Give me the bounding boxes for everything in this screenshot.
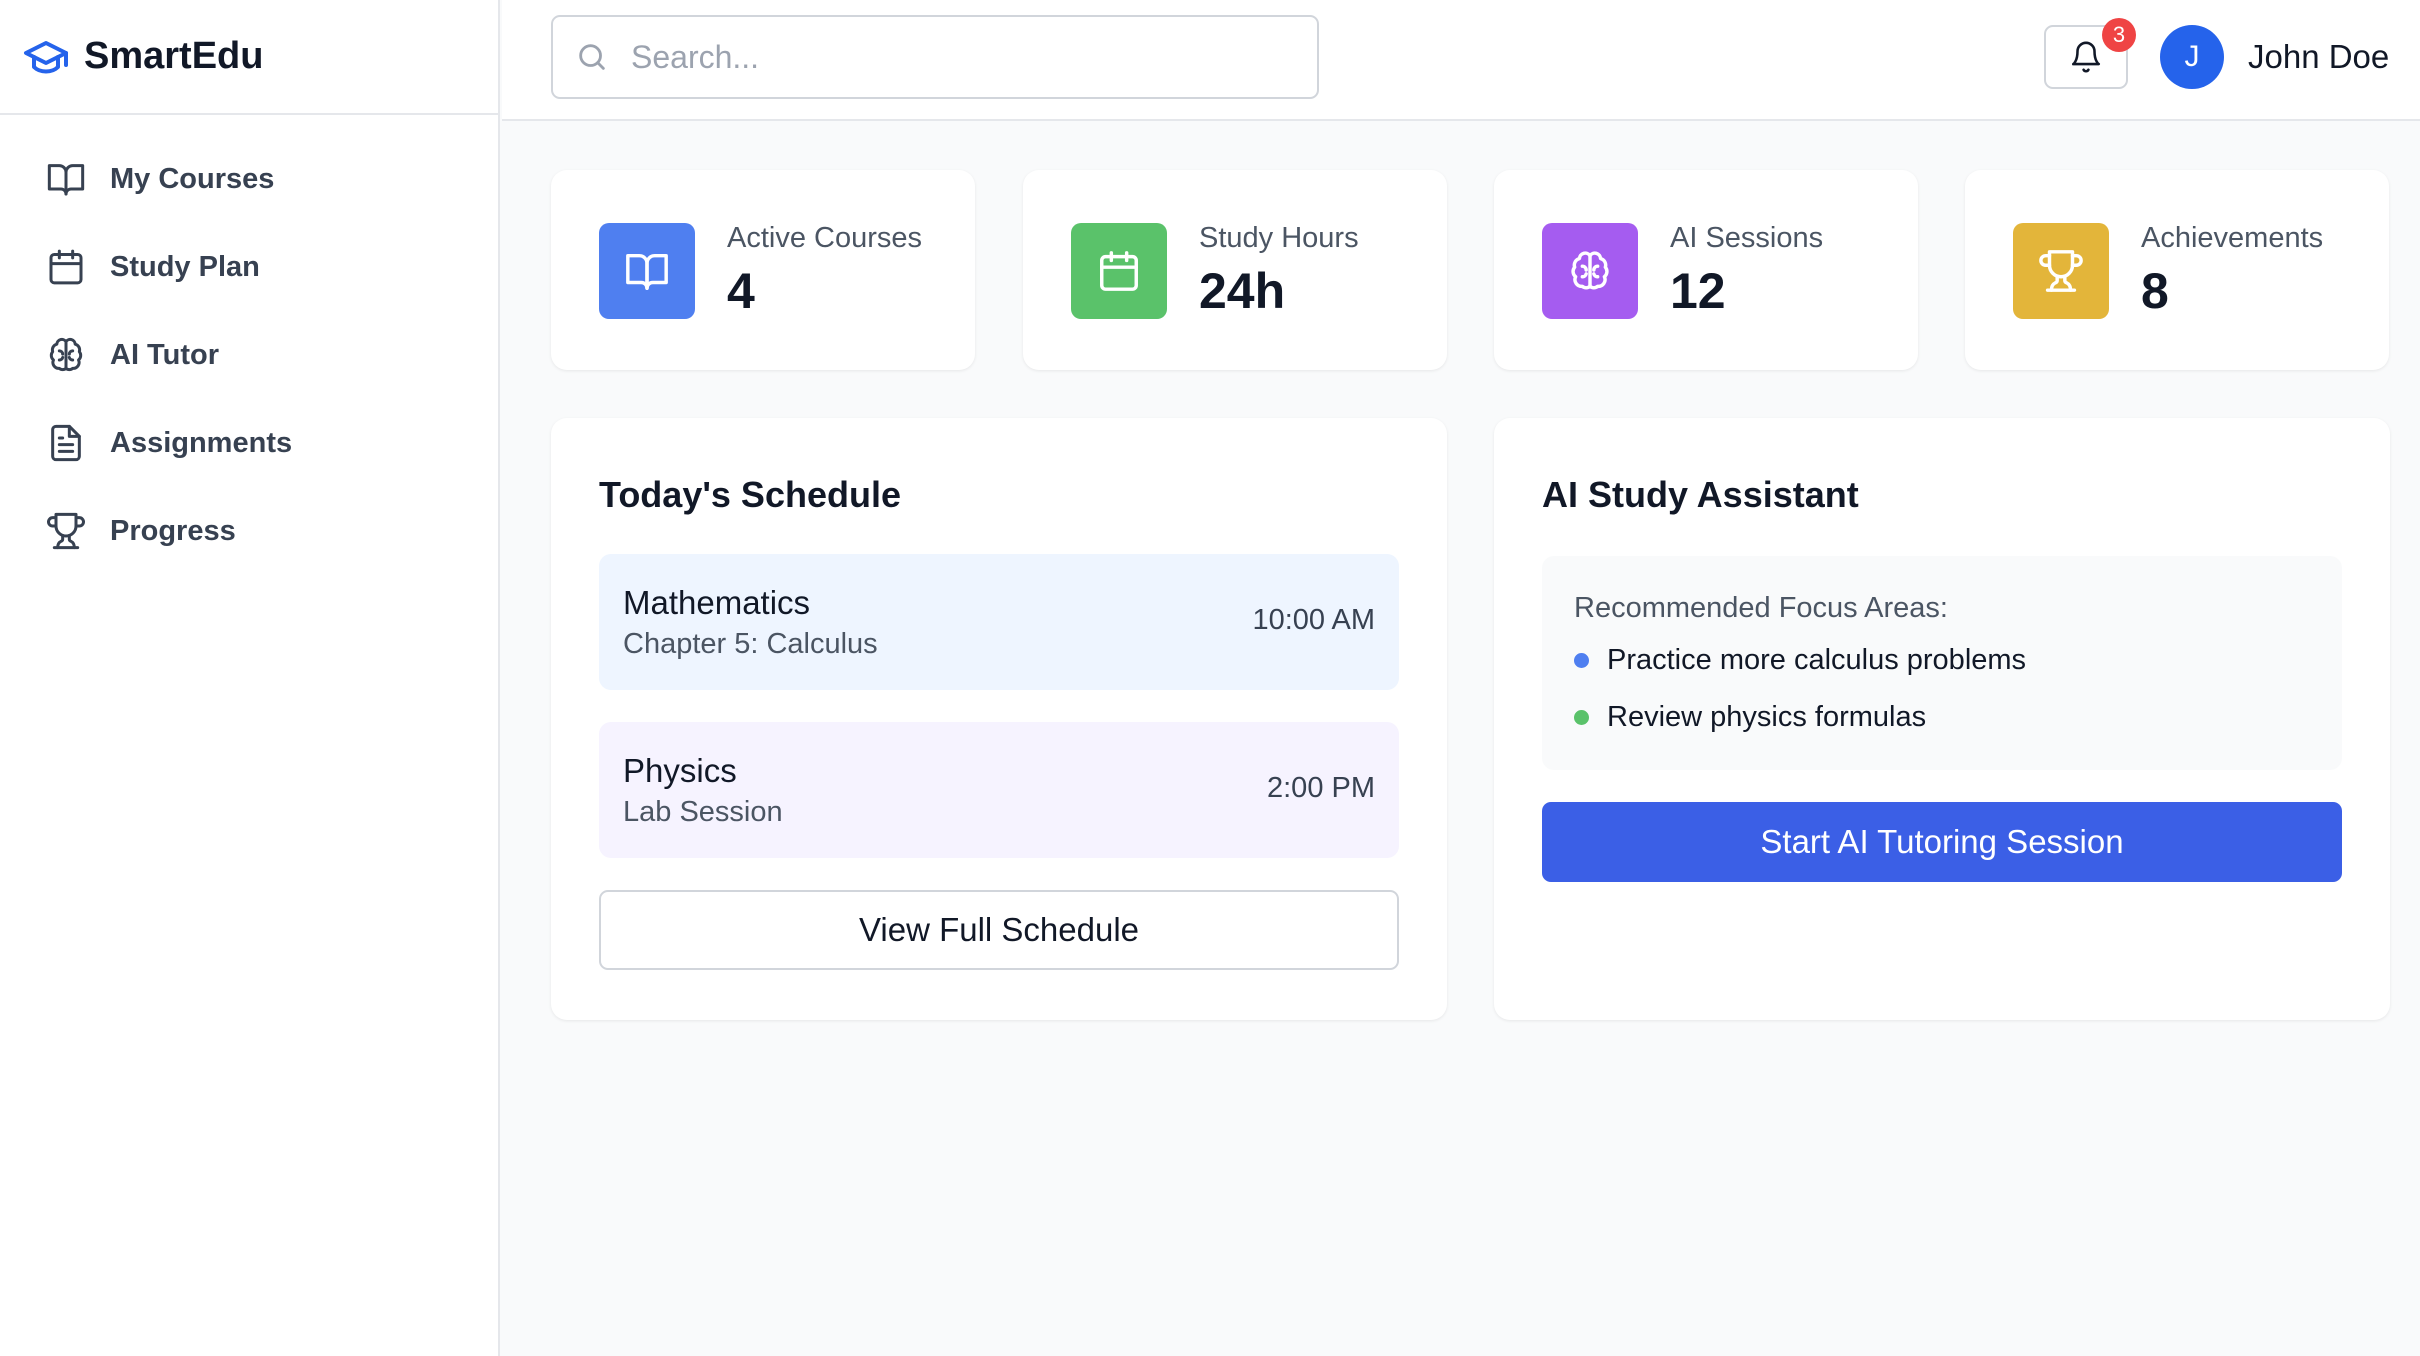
sidebar-item-label: AI Tutor: [110, 338, 219, 371]
trophy-icon: [2013, 223, 2109, 319]
start-ai-tutoring-button[interactable]: Start AI Tutoring Session: [1542, 802, 2342, 882]
stat-card-study-hours[interactable]: Study Hours 24h: [1023, 170, 1447, 370]
schedule-detail: Lab Session: [623, 796, 783, 828]
search-icon: [575, 40, 609, 74]
avatar[interactable]: J: [2160, 25, 2224, 89]
brand-name: SmartEdu: [84, 35, 264, 77]
brain-icon: [1542, 223, 1638, 319]
stat-value: 24h: [1199, 263, 1286, 319]
search-input[interactable]: [631, 38, 1311, 76]
user-name[interactable]: John Doe: [2248, 38, 2389, 76]
focus-item: Review physics formulas: [1574, 701, 1926, 734]
sidebar: SmartEdu My Courses Study Plan AI Tutor …: [0, 0, 500, 1356]
calendar-icon: [46, 247, 86, 287]
brand[interactable]: SmartEdu: [0, 0, 498, 115]
top-header: 3 J John Doe: [502, 0, 2420, 121]
brain-icon: [46, 335, 86, 375]
trophy-icon: [46, 511, 86, 551]
schedule-time: 10:00 AM: [1252, 604, 1375, 636]
schedule-subject: Physics: [623, 752, 737, 789]
sidebar-item-assignments[interactable]: Assignments: [0, 399, 498, 487]
notification-badge: 3: [2102, 18, 2136, 52]
assistant-title: AI Study Assistant: [1542, 474, 1859, 515]
stat-card-ai-sessions[interactable]: AI Sessions 12: [1494, 170, 1918, 370]
sidebar-item-label: Assignments: [110, 426, 293, 459]
schedule-subject: Mathematics: [623, 584, 811, 621]
view-full-schedule-button[interactable]: View Full Schedule: [599, 890, 1399, 970]
schedule-detail: Chapter 5: Calculus: [623, 628, 878, 660]
sidebar-item-ai-tutor[interactable]: AI Tutor: [0, 311, 498, 399]
focus-areas-box: Recommended Focus Areas: Practice more c…: [1542, 556, 2342, 770]
stat-label: Study Hours: [1199, 222, 1359, 254]
sidebar-item-label: Progress: [110, 514, 236, 547]
ai-assistant-panel: AI Study Assistant Recommended Focus Are…: [1494, 418, 2390, 1020]
schedule-time: 2:00 PM: [1267, 772, 1375, 804]
stat-label: AI Sessions: [1670, 222, 1824, 254]
sidebar-nav: My Courses Study Plan AI Tutor Assignmen…: [0, 115, 498, 575]
bullet-dot-icon: [1574, 653, 1589, 668]
search-box[interactable]: [551, 15, 1319, 99]
focus-item-text: Practice more calculus problems: [1607, 644, 2027, 676]
sidebar-item-my-courses[interactable]: My Courses: [0, 135, 498, 223]
focus-item-text: Review physics formulas: [1607, 701, 1927, 733]
stat-value: 4: [727, 263, 755, 319]
schedule-title: Today's Schedule: [599, 474, 901, 515]
stat-label: Achievements: [2141, 222, 2324, 254]
stat-value: 8: [2141, 263, 2169, 319]
stat-card-achievements[interactable]: Achievements 8: [1965, 170, 2389, 370]
sidebar-item-progress[interactable]: Progress: [0, 487, 498, 575]
sidebar-item-label: Study Plan: [110, 250, 260, 283]
schedule-item-physics[interactable]: Physics Lab Session 2:00 PM: [599, 722, 1399, 858]
bullet-dot-icon: [1574, 710, 1589, 725]
book-open-icon: [46, 159, 86, 199]
schedule-panel: Today's Schedule Mathematics Chapter 5: …: [551, 418, 1447, 1020]
sidebar-item-study-plan[interactable]: Study Plan: [0, 223, 498, 311]
sidebar-item-label: My Courses: [110, 162, 275, 195]
bell-icon: [2069, 40, 2103, 74]
stat-card-active-courses[interactable]: Active Courses 4: [551, 170, 975, 370]
graduation-cap-icon: [22, 33, 70, 81]
calendar-icon: [1071, 223, 1167, 319]
focus-heading: Recommended Focus Areas:: [1574, 592, 1948, 624]
stat-value: 12: [1670, 263, 1726, 319]
file-text-icon: [46, 423, 86, 463]
schedule-item-mathematics[interactable]: Mathematics Chapter 5: Calculus 10:00 AM: [599, 554, 1399, 690]
focus-item: Practice more calculus problems: [1574, 644, 2026, 677]
book-open-icon: [599, 223, 695, 319]
stat-label: Active Courses: [727, 222, 923, 254]
